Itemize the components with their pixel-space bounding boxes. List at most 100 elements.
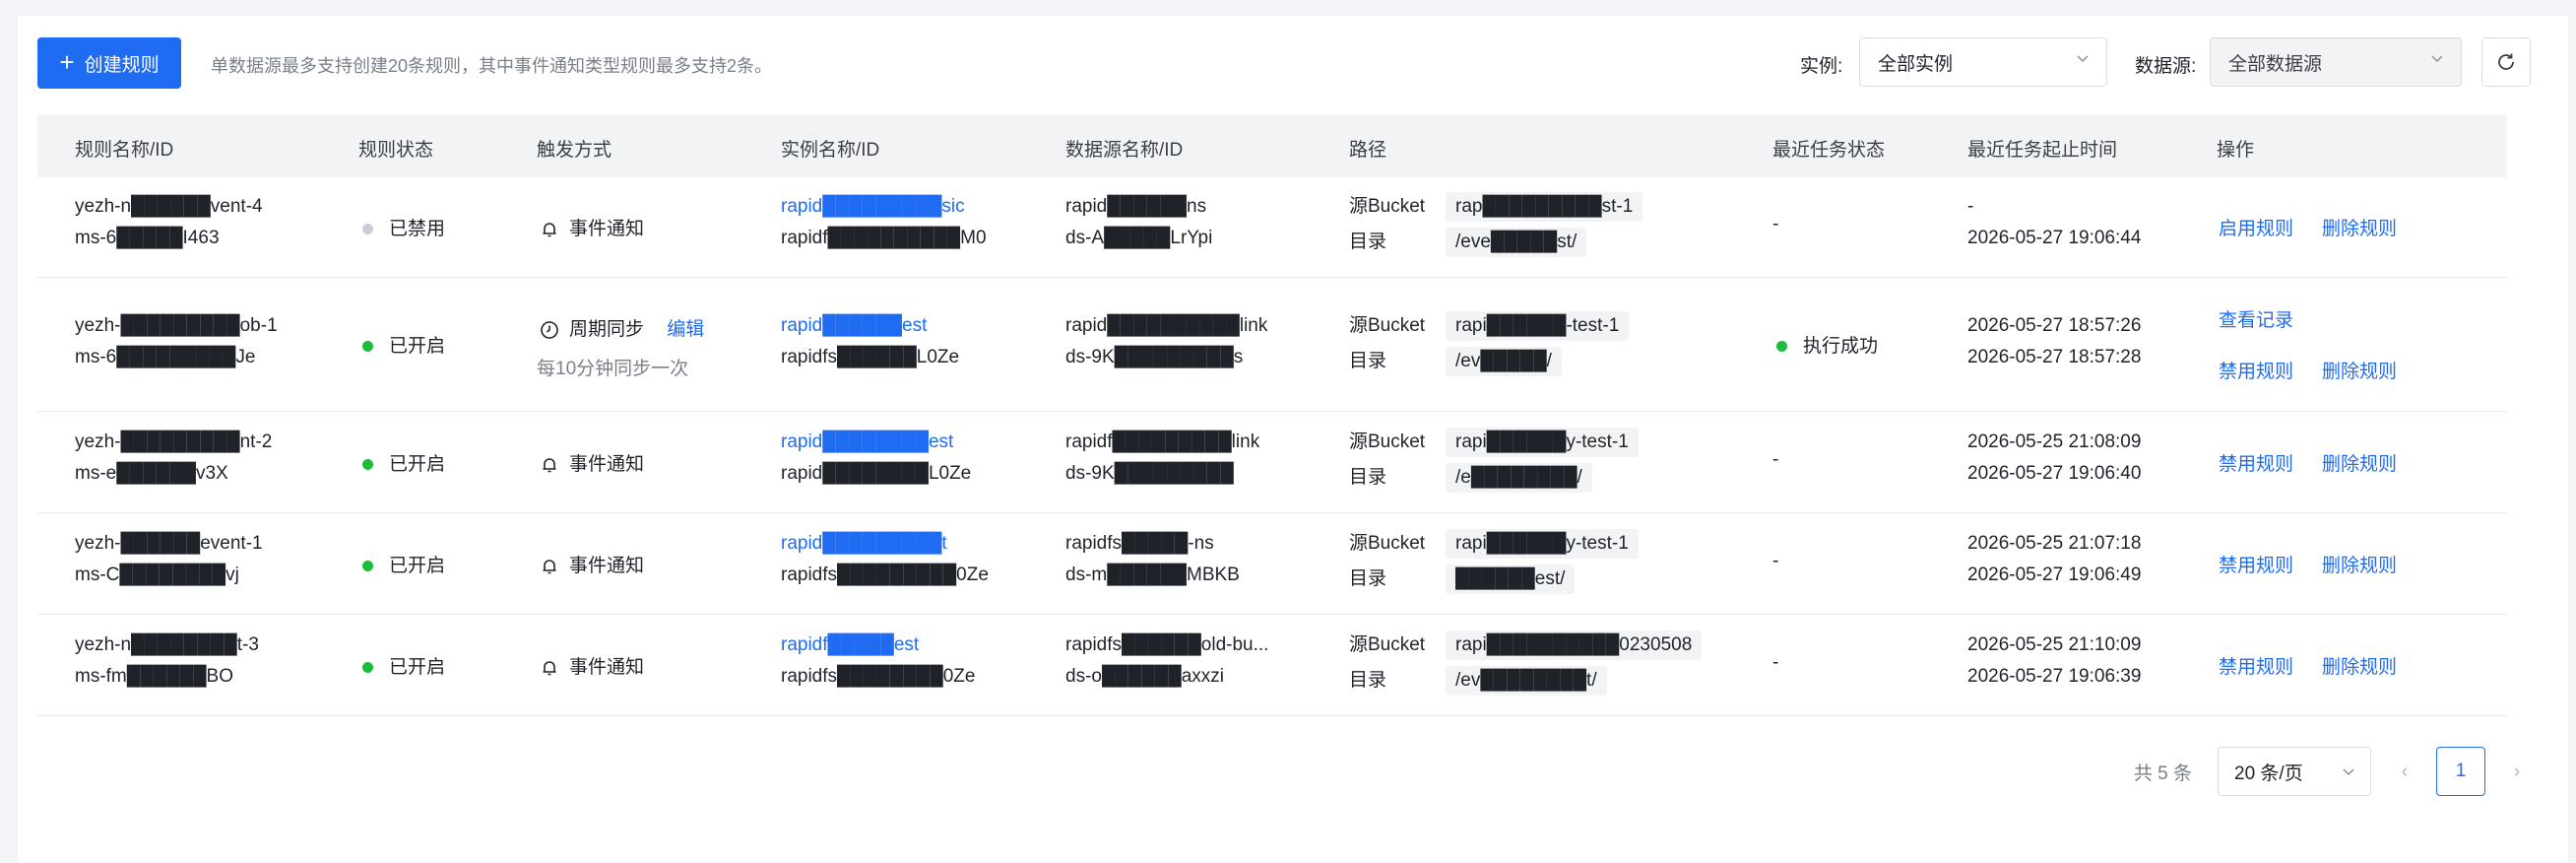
- path-bucket: 源Bucket rapi██████y-test-1: [1349, 427, 1639, 457]
- table-row: yezh-n████████t-3 ms-fm██████BO 已开启 事件通知…: [37, 615, 2507, 716]
- instance-name-link[interactable]: rapid█████████sic: [781, 196, 965, 218]
- disable-rule-link[interactable]: 禁用规则: [2219, 652, 2293, 679]
- table-header: 规则名称/ID 规则状态 触发方式 实例名称/ID 数据源名称/ID 路径 最近…: [37, 114, 2507, 177]
- pagination: 共 5 条 20 条/页 ‹ 1 ›: [2134, 745, 2531, 798]
- col-path: 路径: [1349, 140, 1387, 161]
- col-trigger: 触发方式: [537, 140, 612, 161]
- datasource-id: ds-9K█████████s: [1065, 347, 1244, 367]
- datasource-select-value: 全部数据源: [2228, 53, 2323, 75]
- bell-icon: [543, 661, 556, 676]
- datasource-id: ds-A█████LrYpi: [1065, 228, 1213, 248]
- rule-status: 已开启: [362, 449, 445, 476]
- instance-id: rapidfs█████████0Ze: [781, 564, 989, 585]
- datasource-name: rapid██████████link: [1065, 315, 1268, 336]
- rule-name: yezh-██████event-1: [75, 533, 263, 554]
- bell-icon: [543, 560, 556, 574]
- enable-rule-link[interactable]: 启用规则: [2219, 214, 2293, 240]
- delete-rule-link[interactable]: 删除规则: [2322, 449, 2397, 476]
- datasource-name: rapidfs██████old-bu...: [1065, 634, 1269, 655]
- delete-rule-link[interactable]: 删除规则: [2322, 214, 2397, 240]
- create-rule-button[interactable]: + 创建规则: [37, 37, 181, 89]
- trigger-type: 事件通知: [540, 449, 644, 476]
- trigger-type: 事件通知: [540, 652, 644, 679]
- task-end-time: 2026-05-27 19:06:49: [1967, 564, 2142, 585]
- col-datasource: 数据源名称/ID: [1065, 140, 1184, 161]
- instance-filter-label: 实例:: [1800, 56, 1843, 77]
- bell-icon: [543, 458, 556, 473]
- status-disabled-dot: [362, 224, 373, 235]
- task-start-time: 2026-05-25 21:10:09: [1967, 634, 2142, 655]
- chevron-down-icon: [2343, 768, 2354, 776]
- rule-name: yezh-█████████ob-1: [75, 315, 278, 336]
- task-status: 执行成功: [1776, 331, 1878, 358]
- status-enabled-dot: [362, 662, 373, 674]
- task-end-time: 2026-05-27 19:06:39: [1967, 666, 2142, 687]
- task-status: -: [1772, 551, 1779, 571]
- disable-rule-link[interactable]: 禁用规则: [2219, 357, 2293, 383]
- instance-name-link[interactable]: rapid█████████t: [781, 533, 947, 555]
- delete-rule-link[interactable]: 删除规则: [2322, 357, 2397, 383]
- rules-table: 规则名称/ID 规则状态 触发方式 实例名称/ID 数据源名称/ID 路径 最近…: [37, 114, 2507, 716]
- edit-schedule-link[interactable]: 编辑: [667, 319, 704, 340]
- task-end-time: 2026-05-27 19:06:44: [1967, 228, 2142, 248]
- page-button-current[interactable]: 1: [2436, 747, 2485, 796]
- next-page-icon[interactable]: ›: [2503, 761, 2531, 783]
- rule-status: 已开启: [362, 551, 445, 577]
- path-dir: 目录/ev█████/: [1349, 346, 1562, 376]
- trigger-type: 事件通知: [540, 214, 644, 240]
- toolbar: + 创建规则 单数据源最多支持创建20条规则，其中事件通知类型规则最多支持2条。…: [37, 37, 2531, 89]
- delete-rule-link[interactable]: 删除规则: [2322, 551, 2397, 577]
- instance-id: rapidfs████████0Ze: [781, 666, 976, 687]
- task-status: -: [1772, 214, 1779, 234]
- col-instance: 实例名称/ID: [781, 140, 880, 161]
- datasource-name: rapidfs█████-ns: [1065, 533, 1214, 554]
- path-dir: 目录/eve█████st/: [1349, 227, 1587, 257]
- instance-name-link[interactable]: rapid████████est: [781, 432, 953, 453]
- instance-select[interactable]: 全部实例: [1859, 37, 2107, 87]
- task-start-time: -: [1967, 196, 1974, 217]
- col-rule-name: 规则名称/ID: [75, 140, 174, 161]
- path-bucket: 源Bucket rap█████████st-1: [1349, 191, 1643, 222]
- page-size-value: 20 条/页: [2234, 763, 2303, 784]
- table-row: yezh-█████████ob-1 ms-6█████████Je 已开启 周…: [37, 278, 2507, 412]
- rule-status: 已禁用: [362, 214, 445, 240]
- chevron-down-icon: [2431, 55, 2443, 63]
- plus-icon: +: [59, 47, 75, 77]
- task-status: -: [1772, 449, 1779, 470]
- disable-rule-link[interactable]: 禁用规则: [2219, 551, 2293, 577]
- task-status: -: [1772, 652, 1779, 673]
- datasource-select[interactable]: 全部数据源: [2210, 37, 2462, 87]
- instance-name-link[interactable]: rapidf█████est: [781, 634, 919, 656]
- table-row: yezh-n██████vent-4 ms-6█████I463 已禁用 事件通…: [37, 177, 2507, 278]
- delete-rule-link[interactable]: 删除规则: [2322, 652, 2397, 679]
- rule-id: ms-fm██████BO: [75, 666, 233, 687]
- col-actions: 操作: [2217, 140, 2255, 161]
- datasource-name: rapid██████ns: [1065, 196, 1207, 217]
- page-size-select[interactable]: 20 条/页: [2218, 747, 2371, 796]
- refresh-button[interactable]: [2481, 37, 2531, 87]
- col-task-status: 最近任务状态: [1772, 140, 1886, 161]
- instance-select-value: 全部实例: [1878, 53, 1954, 75]
- trigger-type: 事件通知: [540, 551, 644, 577]
- rule-name: yezh-█████████nt-2: [75, 432, 273, 452]
- trigger-schedule: 每10分钟同步一次: [537, 359, 689, 379]
- datasource-id: ds-m██████MBKB: [1065, 564, 1240, 585]
- status-enabled-dot: [362, 561, 373, 572]
- prev-page-icon[interactable]: ‹: [2391, 761, 2418, 783]
- datasource-filter-label: 数据源:: [2135, 56, 2197, 77]
- table-row: yezh-█████████nt-2 ms-e██████v3X 已开启 事件通…: [37, 412, 2507, 513]
- status-success-dot: [1776, 341, 1787, 353]
- task-start-time: 2026-05-27 18:57:26: [1967, 315, 2142, 336]
- instance-name-link[interactable]: rapid██████est: [781, 315, 927, 337]
- rule-id: ms-C████████vj: [75, 564, 239, 585]
- rule-name: yezh-n██████vent-4: [75, 196, 263, 217]
- rule-id: ms-6█████I463: [75, 228, 220, 248]
- datasource-id: ds-o██████axxzi: [1065, 666, 1225, 687]
- view-records-link[interactable]: 查看记录: [2219, 305, 2293, 332]
- task-end-time: 2026-05-27 19:06:40: [1967, 463, 2142, 484]
- path-bucket: 源Bucket rapi██████y-test-1: [1349, 528, 1639, 559]
- col-task-time: 最近任务起止时间: [1967, 140, 2118, 161]
- status-enabled-dot: [362, 459, 373, 471]
- disable-rule-link[interactable]: 禁用规则: [2219, 449, 2293, 476]
- task-start-time: 2026-05-25 21:08:09: [1967, 432, 2142, 452]
